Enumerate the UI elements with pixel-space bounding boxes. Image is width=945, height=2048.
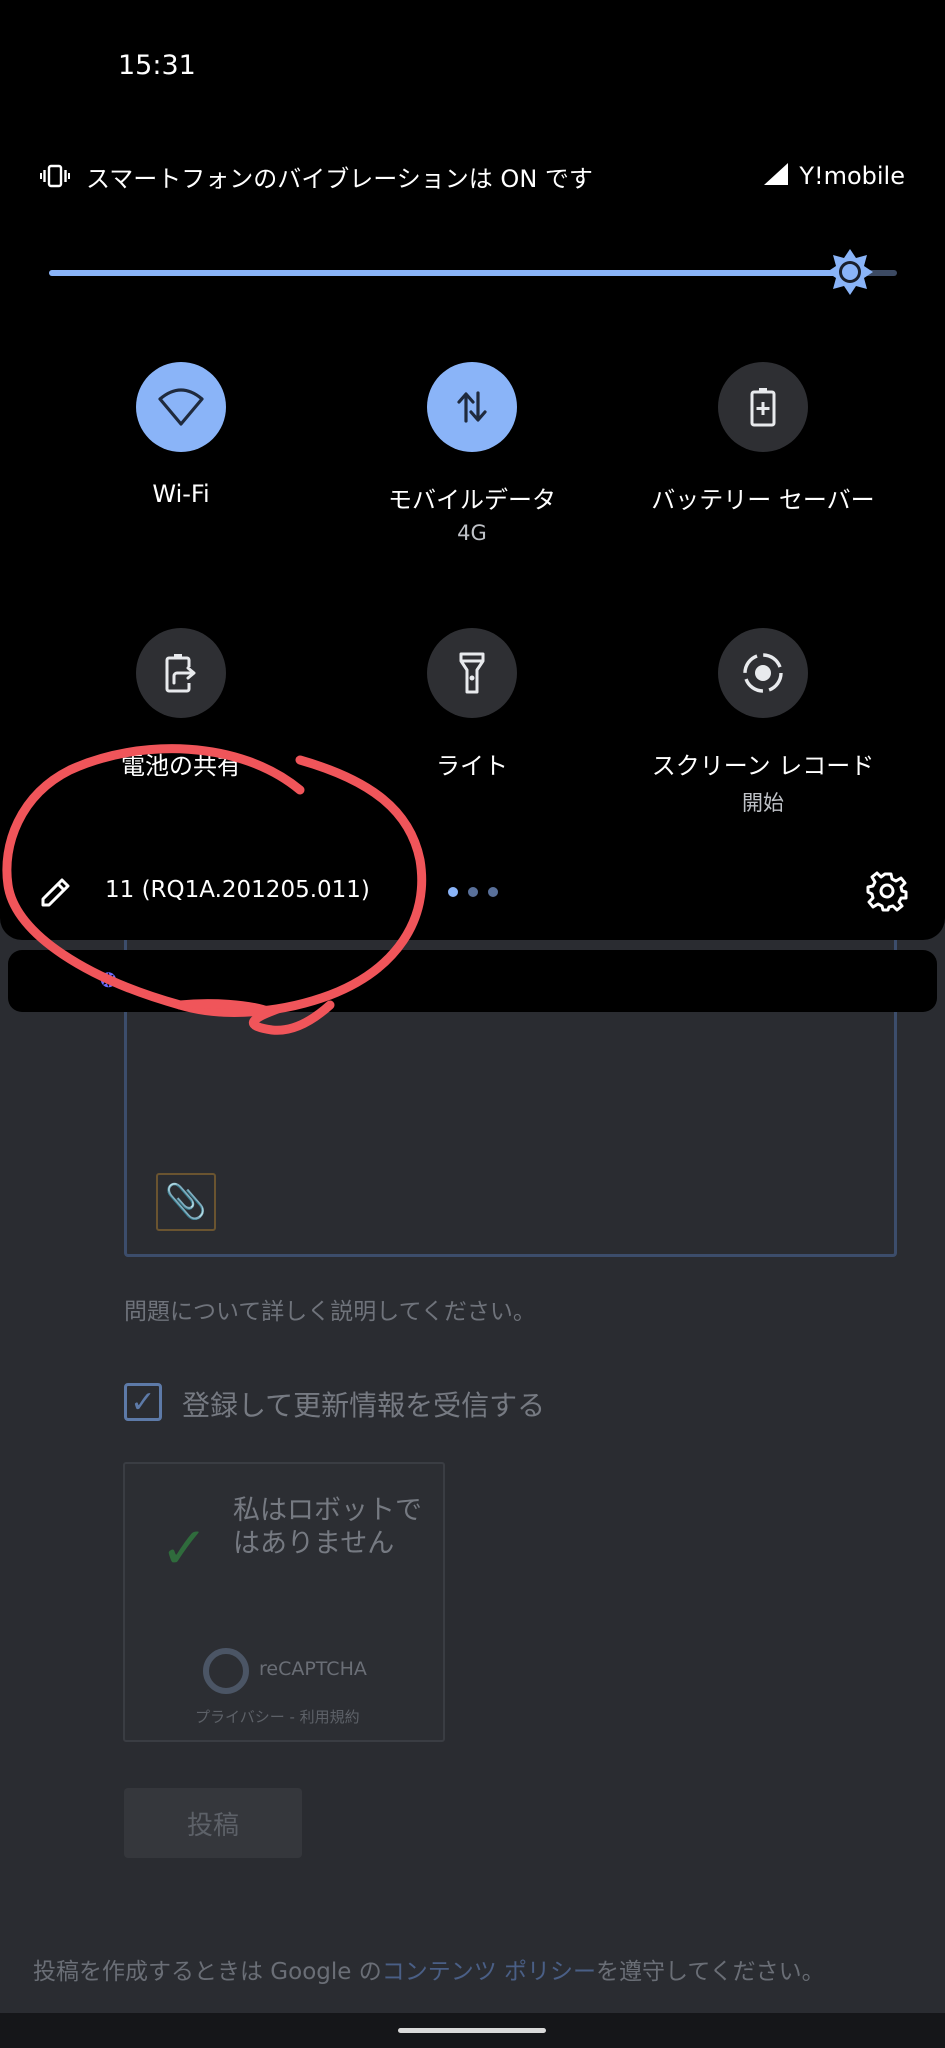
tile-flashlight[interactable]: ライト bbox=[322, 628, 622, 781]
tile-battery-saver[interactable]: バッテリー セーバー bbox=[613, 362, 913, 515]
tile-sublabel: 開始 bbox=[742, 791, 784, 815]
battery-share-icon bbox=[136, 628, 226, 718]
quick-settings-footer: 11 (RQ1A.201205.011) bbox=[0, 862, 945, 922]
tile-label: スクリーン レコード bbox=[651, 752, 875, 780]
captcha-links[interactable]: プライバシー - 利用規約 bbox=[195, 1706, 360, 1727]
page-dot bbox=[448, 887, 458, 897]
description-help-text: 問題について詳しく説明してください。 bbox=[124, 1299, 536, 1325]
submit-button[interactable]: 投稿 bbox=[124, 1788, 302, 1858]
attachment-icon[interactable]: 📎 bbox=[156, 1173, 216, 1231]
tile-mobile-data[interactable]: モバイルデータ 4G bbox=[322, 362, 622, 545]
tile-label: バッテリー セーバー bbox=[651, 486, 875, 514]
policy-before: 投稿を作成するときは Google の bbox=[33, 1959, 382, 1985]
check-icon: ✓ bbox=[160, 1514, 209, 1582]
home-gesture-handle[interactable] bbox=[398, 2028, 546, 2033]
wifi-icon bbox=[136, 362, 226, 452]
media-output-icon: ❂ bbox=[100, 968, 117, 992]
vibrate-icon bbox=[38, 161, 72, 191]
tile-screen-record[interactable]: スクリーン レコード 開始 bbox=[613, 628, 913, 817]
subscribe-label: 登録して更新情報を受信する bbox=[182, 1389, 546, 1422]
page-dot bbox=[488, 887, 498, 897]
carrier-name: Y!mobile bbox=[799, 162, 905, 190]
page-indicator bbox=[448, 887, 498, 897]
tile-battery-share[interactable]: 電池の共有 bbox=[31, 628, 331, 781]
captcha-text: 私はロボットではありません bbox=[233, 1495, 422, 1559]
tile-label: 電池の共有 bbox=[121, 752, 241, 780]
build-number[interactable]: 11 (RQ1A.201205.011) bbox=[105, 877, 370, 903]
media-output-bar[interactable]: ❂ bbox=[8, 950, 937, 1012]
subscribe-checkbox[interactable]: ✓ bbox=[124, 1383, 162, 1421]
edit-pencil-icon[interactable] bbox=[38, 874, 74, 910]
carrier-status: Y!mobile bbox=[763, 158, 905, 194]
tile-label: Wi-Fi bbox=[152, 480, 210, 508]
status-clock: 15:31 bbox=[118, 50, 196, 81]
vibration-status[interactable]: スマートフォンのバイブレーションは ON です bbox=[38, 158, 593, 194]
flashlight-icon bbox=[427, 628, 517, 718]
recaptcha-widget[interactable]: ✓ 私はロボットではありません reCAPTCHA プライバシー - 利用規約 bbox=[123, 1462, 445, 1742]
brightness-fill bbox=[49, 270, 855, 276]
tile-label: モバイルデータ bbox=[388, 486, 556, 514]
captcha-brand: reCAPTCHA bbox=[259, 1658, 367, 1680]
page-dot bbox=[468, 887, 478, 897]
battery-saver-icon bbox=[718, 362, 808, 452]
vibration-text: スマートフォンのバイブレーションは ON です bbox=[86, 164, 593, 193]
policy-text: 投稿を作成するときは Google のコンテンツ ポリシーを遵守してください。 bbox=[33, 1952, 825, 1986]
signal-icon bbox=[763, 162, 789, 190]
settings-gear-icon[interactable] bbox=[866, 870, 910, 914]
tile-label: ライト bbox=[436, 752, 508, 780]
mobile-data-icon bbox=[427, 362, 517, 452]
policy-link[interactable]: コンテンツ ポリシー bbox=[382, 1959, 596, 1985]
brightness-icon[interactable] bbox=[825, 247, 875, 297]
tile-wifi[interactable]: Wi-Fi bbox=[31, 362, 331, 508]
quick-settings-panel: 15:31 スマートフォンのバイブレーションは ON です Y!mobile W… bbox=[0, 0, 945, 940]
screen-record-icon bbox=[718, 628, 808, 718]
tile-sublabel: 4G bbox=[457, 521, 487, 545]
recaptcha-logo-icon bbox=[203, 1648, 249, 1694]
brightness-slider[interactable] bbox=[49, 270, 897, 276]
policy-after: を遵守してください。 bbox=[596, 1959, 825, 1985]
